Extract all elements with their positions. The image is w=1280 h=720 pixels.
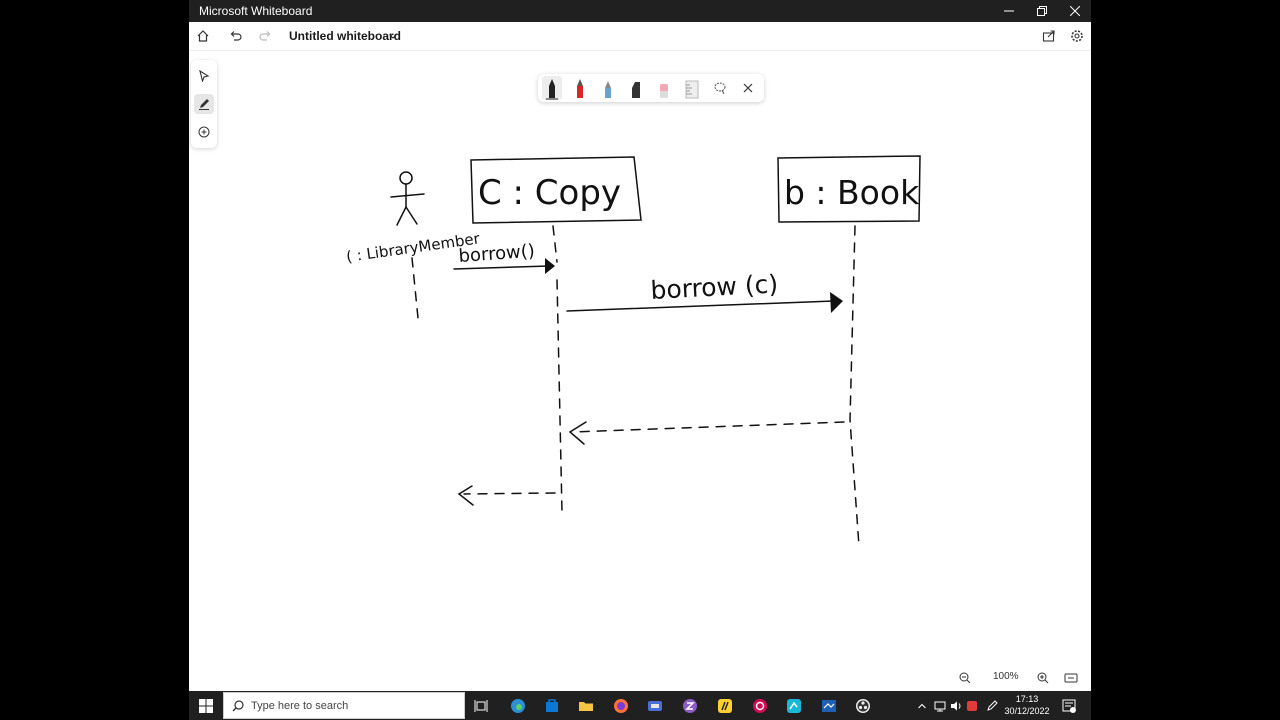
taskbar-app-edge[interactable] <box>508 696 528 716</box>
pen-icon <box>987 700 998 711</box>
whiteboard-window: Microsoft Whiteboard Untitled whiteboard <box>189 0 1091 691</box>
whiteboard-icon <box>787 699 801 713</box>
notifications-button[interactable] <box>1059 696 1079 716</box>
taskbar-app-debian[interactable] <box>750 696 770 716</box>
task-view-icon <box>474 700 488 712</box>
taskbar-app-window[interactable] <box>819 696 839 716</box>
fit-screen-icon <box>1064 673 1078 683</box>
zoom-in-button[interactable] <box>1033 668 1053 688</box>
zoom-in-icon <box>1037 672 1049 684</box>
zoom-controls: 100% <box>955 667 1085 689</box>
volume-icon <box>951 701 961 711</box>
zoom-out-icon <box>959 672 971 684</box>
fit-to-screen-button[interactable] <box>1061 668 1081 688</box>
network-icon <box>934 701 946 712</box>
clock-time: 17:13 <box>1015 694 1039 704</box>
return-arrowhead-actor <box>457 485 474 506</box>
taskbar-app-tool[interactable] <box>645 696 665 716</box>
app-window-icon <box>822 700 836 712</box>
firefox-icon <box>614 699 628 713</box>
tray-app-red[interactable] <box>962 696 982 716</box>
edge-icon <box>511 699 525 713</box>
zoom-level: 100% <box>993 671 1019 682</box>
start-button[interactable] <box>196 696 216 716</box>
obs-icon <box>856 699 870 713</box>
search-icon <box>232 700 244 712</box>
actor-lifeline <box>411 257 419 319</box>
book-lifeline <box>849 225 860 547</box>
copy-object-label: C : Copy <box>478 173 621 213</box>
task-view-button[interactable] <box>471 696 491 716</box>
borrow-arrowhead <box>545 258 555 274</box>
store-icon <box>546 699 558 712</box>
clock-date: 30/12/2022 <box>1004 706 1050 716</box>
borrow-arrow-line <box>453 265 550 270</box>
return-arrow-copy-to-actor <box>463 492 556 495</box>
taskbar: Type here to search 17:13 30/12/2022 <box>189 691 1091 720</box>
taskbar-clock[interactable]: 17:13 30/12/2022 <box>999 693 1055 717</box>
borrow-c-message-label: borrow (c) <box>650 269 779 305</box>
borrow-c-arrowhead <box>830 292 843 313</box>
taskbar-app-miro[interactable] <box>715 696 735 716</box>
return-arrow-book-to-copy <box>572 421 845 433</box>
whiteboard-canvas[interactable]: C : Copy b : Book ( : LibraryMember borr… <box>189 0 1091 691</box>
folder-icon <box>579 702 593 711</box>
borrow-message-label: borrow() <box>458 241 536 267</box>
taskbar-app-store[interactable] <box>542 696 562 716</box>
chevron-up-icon <box>918 703 926 709</box>
taskbar-app-file-explorer[interactable] <box>576 696 596 716</box>
notification-icon <box>1062 699 1076 713</box>
miro-icon <box>718 699 732 713</box>
windows-logo-icon <box>199 699 213 713</box>
app-purple-icon <box>683 699 697 713</box>
search-placeholder: Type here to search <box>251 700 349 712</box>
show-hidden-icons-button[interactable] <box>912 696 932 716</box>
app-tool-icon <box>648 701 662 711</box>
return-arrowhead-copy <box>568 421 587 445</box>
taskbar-app-whiteboard[interactable] <box>784 696 804 716</box>
taskbar-search-box[interactable]: Type here to search <box>223 692 465 719</box>
zoom-out-button[interactable] <box>955 668 975 688</box>
tray-red-icon <box>967 701 977 711</box>
taskbar-app-zotero[interactable] <box>680 696 700 716</box>
taskbar-app-obs[interactable] <box>853 696 873 716</box>
actor-stick-figure[interactable] <box>390 171 425 226</box>
taskbar-app-firefox[interactable] <box>611 696 631 716</box>
copy-lifeline <box>552 225 563 513</box>
borrow-c-arrow-line <box>566 300 835 312</box>
book-object-label: b : Book <box>784 173 920 212</box>
swirl-icon <box>753 699 767 713</box>
